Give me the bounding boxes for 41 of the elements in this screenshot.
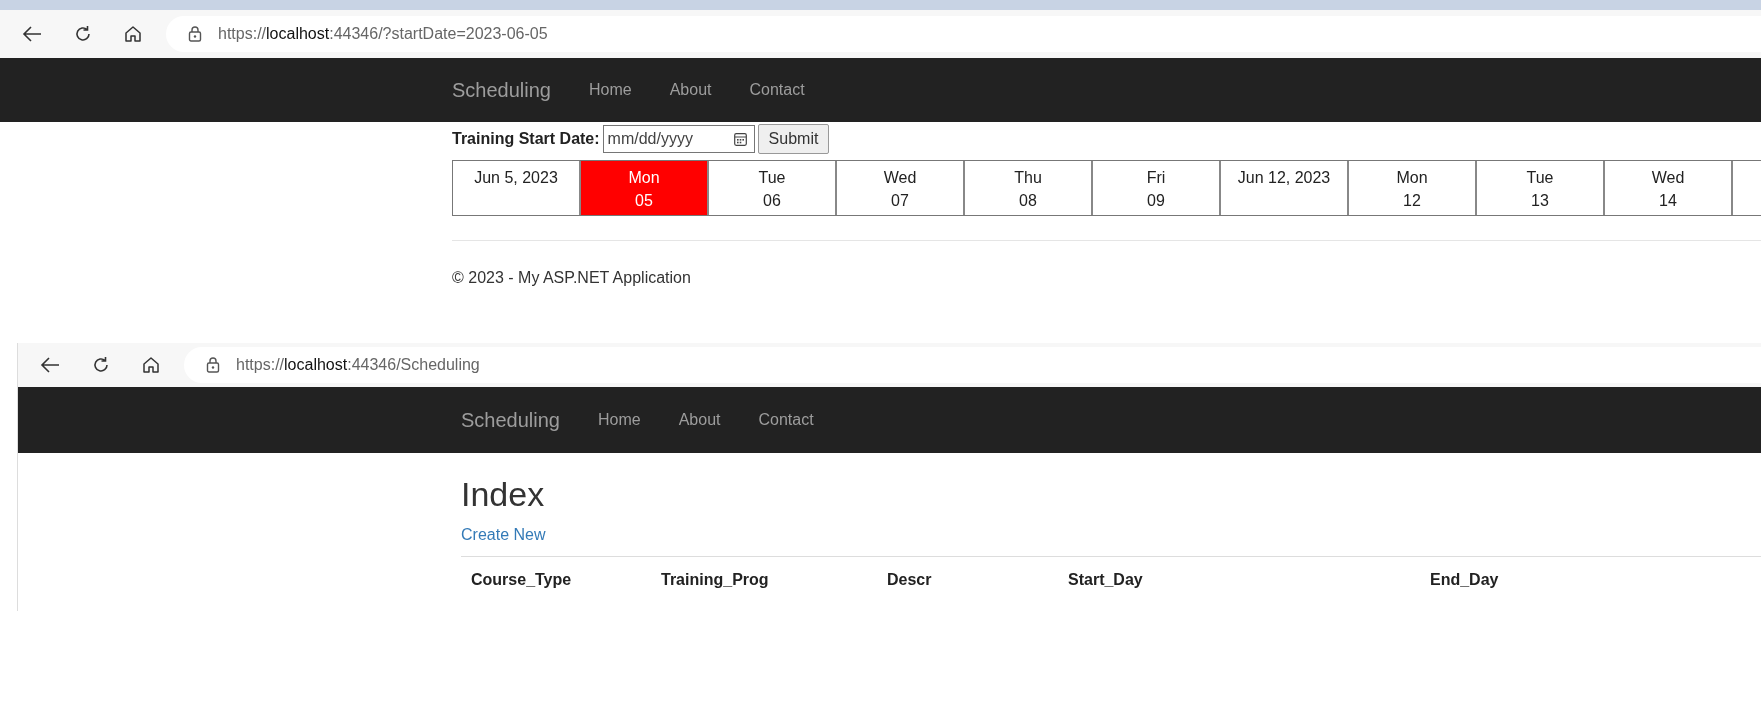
reload-icon[interactable]	[92, 356, 110, 374]
calendar-icon[interactable]	[733, 133, 747, 146]
day-cell[interactable]: Wed 07	[837, 161, 965, 215]
date-input[interactable]: mm/dd/yyyy	[602, 125, 755, 153]
page-heading: Index	[461, 475, 546, 514]
submit-button[interactable]: Submit	[757, 124, 830, 154]
column-header: Course_Type	[471, 571, 573, 589]
address-bar[interactable]: https://localhost:44346/Scheduling	[184, 347, 1761, 383]
back-icon[interactable]	[22, 25, 42, 43]
reload-icon[interactable]	[74, 25, 92, 43]
day-cell[interactable]: Thu 08	[965, 161, 1093, 215]
nav-link[interactable]: Home	[588, 81, 632, 99]
day-cell[interactable]: Mon 12	[1349, 161, 1477, 215]
url-text: https://localhost:44346/?startDate=2023-06-05	[218, 25, 548, 43]
lock-icon	[206, 357, 220, 373]
footer-text: © 2023 - My ASP.NET Application	[452, 269, 692, 287]
day-cell[interactable]: Tue 06	[709, 161, 837, 215]
day-cell[interactable]: Tue 13	[1477, 161, 1605, 215]
day-cell[interactable]: Wed 14	[1605, 161, 1733, 215]
day-cell[interactable]: Fri 09	[1093, 161, 1221, 215]
column-header: End_Day	[1430, 571, 1499, 589]
column-header: Start_Day	[1068, 571, 1144, 589]
brand-link[interactable]: Scheduling	[461, 408, 560, 432]
week-cell: Jun 12, 2023	[1221, 161, 1349, 215]
home-icon[interactable]	[124, 25, 142, 43]
field-label: Training Start Date:	[452, 130, 600, 148]
day-cell[interactable]: Mon 05	[581, 161, 709, 215]
url-text: https://localhost:44346/Scheduling	[236, 356, 480, 374]
back-icon[interactable]	[40, 356, 60, 374]
nav-link[interactable]: About	[678, 411, 721, 429]
column-header: Descr	[887, 571, 933, 589]
home-icon[interactable]	[142, 356, 160, 374]
brand-link[interactable]: Scheduling	[452, 78, 551, 102]
lock-icon	[188, 26, 202, 42]
address-bar[interactable]: https://localhost:44346/?startDate=2023-06-05	[166, 16, 1761, 52]
nav-link[interactable]: Contact	[758, 411, 814, 429]
nav-link[interactable]: Home	[597, 411, 641, 429]
nav-link[interactable]: About	[669, 81, 712, 99]
nav-link[interactable]: Contact	[749, 81, 805, 99]
column-header: Training_Prog	[661, 571, 770, 589]
create-link[interactable]: Create New	[461, 526, 1761, 544]
